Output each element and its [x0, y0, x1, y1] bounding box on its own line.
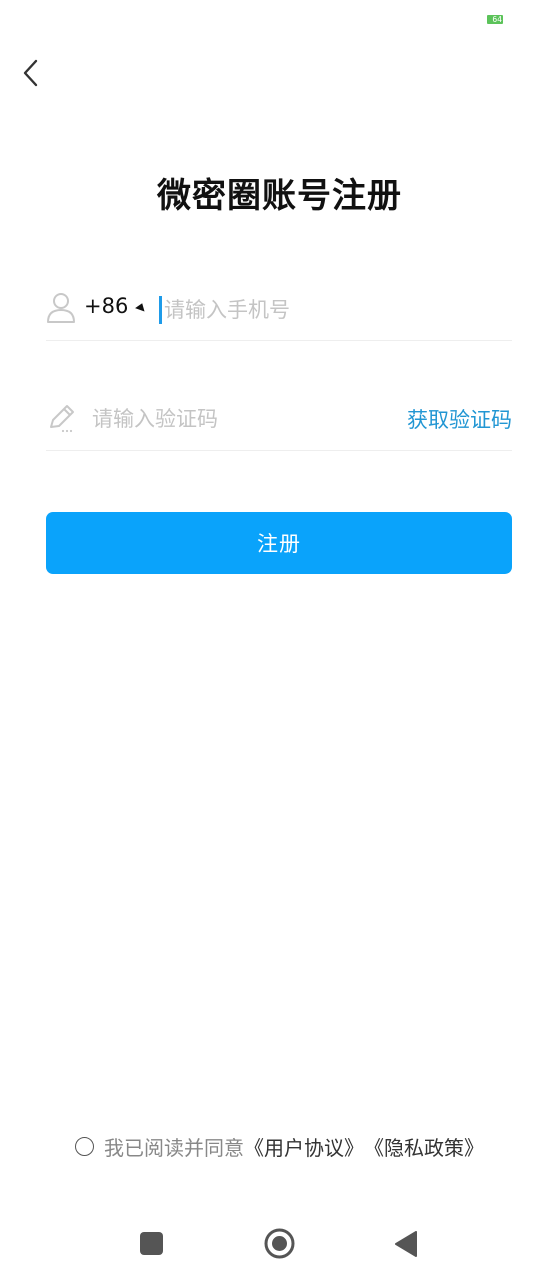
user-agreement-link[interactable]: 《用户协议》 — [244, 1132, 364, 1161]
page-title: 微密圈账号注册 — [157, 176, 402, 216]
country-code-selector[interactable]: +86 — [84, 294, 148, 318]
nav-square-icon[interactable] — [140, 1232, 163, 1255]
register-button[interactable]: 注册 — [46, 512, 512, 574]
system-nav-bar — [0, 1222, 559, 1266]
agreement-prefix: 我已阅读并同意 — [104, 1136, 244, 1160]
nav-back-icon[interactable] — [394, 1231, 418, 1257]
agreement-checkbox[interactable] — [75, 1137, 94, 1156]
privacy-policy-link[interactable]: 《隐私政策》 — [364, 1132, 484, 1161]
caret-down-icon — [135, 301, 148, 311]
battery-indicator: 64 — [487, 15, 503, 24]
code-row: 获取验证码 — [46, 388, 512, 451]
chevron-left-icon — [23, 59, 38, 87]
phone-input[interactable] — [160, 294, 504, 326]
user-icon — [47, 293, 75, 323]
country-code-label: +86 — [84, 294, 129, 318]
agreement-row: 我已阅读并同意 《用户协议》 《隐私政策》 — [0, 1132, 559, 1161]
verification-code-input[interactable] — [92, 402, 392, 436]
register-screen: 64 微密圈账号注册 +86 获取验证码 注册 我已阅读并同意 — [0, 0, 559, 1280]
phone-row: +86 — [46, 278, 512, 341]
pencil-icon — [50, 405, 74, 433]
get-code-button[interactable]: 获取验证码 — [407, 404, 512, 434]
nav-home-icon[interactable] — [264, 1228, 295, 1259]
back-button[interactable] — [14, 56, 48, 90]
